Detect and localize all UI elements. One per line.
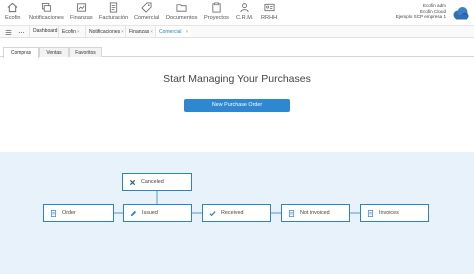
cross-icon: [128, 178, 136, 186]
tab-bar: Dashboard Ecofin× Notificaciones× Finanz…: [0, 26, 474, 38]
menu-icon[interactable]: [3, 27, 13, 37]
tab-dashboard[interactable]: Dashboard: [29, 26, 60, 37]
user-menu[interactable]: Ecofin adm Ecofin Cloud Ejemplo SCP empr…: [396, 3, 446, 20]
flow-node-canceled[interactable]: Canceled: [122, 173, 192, 191]
pencil-icon: [129, 209, 137, 217]
nav-label: Proyectos: [204, 15, 229, 21]
tab-label: Finanzas: [129, 29, 150, 35]
home-icon: [7, 2, 18, 13]
contacts-icon: [240, 3, 249, 13]
page-title: Start Managing Your Purchases: [163, 73, 311, 85]
new-purchase-order-button[interactable]: New Purchase Order: [184, 99, 290, 112]
flow-node-received[interactable]: Received: [202, 204, 271, 222]
user-entity: Ejemplo SCP empresa 1: [395, 14, 446, 20]
nav-item-comercial[interactable]: Comercial: [134, 2, 159, 24]
nav-item-documentos[interactable]: Documentos: [166, 2, 197, 24]
flow-node-not-invoiced[interactable]: Not invoiced: [281, 204, 350, 222]
flow-node-label: Not invoiced: [300, 210, 330, 216]
tab-label: Dashboard: [33, 28, 58, 34]
bell-icon: [41, 2, 51, 12]
close-icon[interactable]: ×: [186, 29, 189, 34]
top-navigation: Ecofin Notificaciones Finanzas Facturaci…: [0, 0, 474, 26]
nav-item-facturacion[interactable]: Facturación: [99, 2, 128, 24]
flow-node-label: Order: [62, 210, 76, 216]
flow-node-label: Canceled: [141, 179, 164, 185]
close-icon[interactable]: ×: [121, 29, 124, 34]
nav-item-proyectos[interactable]: Proyectos: [204, 2, 229, 24]
flow-node-order[interactable]: Order: [43, 204, 114, 222]
folder-icon: [176, 4, 187, 12]
nav-item-crm[interactable]: C.R.M.: [236, 2, 253, 24]
nav-label: Notificaciones: [29, 15, 64, 21]
tab-ecofin[interactable]: Ecofin×: [58, 26, 83, 37]
subtab-label: Ventas: [46, 50, 62, 56]
flow-node-invoices[interactable]: Invoices: [360, 204, 429, 222]
tab-notificaciones[interactable]: Notificaciones×: [85, 26, 127, 37]
nav-label: RRHH: [261, 15, 278, 21]
nav-label: Comercial: [134, 15, 160, 21]
nav-item-rrhh[interactable]: RRHH: [261, 2, 277, 24]
flow-node-label: Issued: [142, 210, 158, 216]
document-icon: [49, 209, 57, 217]
subtab-label: Compras: [10, 50, 32, 56]
nav-label: Finanzas: [70, 15, 93, 21]
subtab-label: Favoritos: [75, 50, 96, 56]
tab-comercial[interactable]: Comercial ×: [155, 26, 192, 37]
nav-item-ecofin[interactable]: Ecofin: [5, 2, 21, 24]
tag-icon: [141, 2, 152, 13]
tab-label: Comercial: [159, 29, 182, 35]
flow-node-label: Invoices: [379, 210, 399, 216]
subtab-compras[interactable]: Compras: [3, 47, 39, 58]
check-icon: [208, 209, 216, 217]
nav-label: C.R.M.: [236, 15, 254, 21]
document-icon: [287, 209, 295, 217]
nav-label: Documentos: [166, 15, 198, 21]
id-card-icon: [264, 3, 275, 12]
purchase-flow-diagram: Canceled Order Issued Received Not invoi…: [0, 152, 474, 274]
close-icon[interactable]: ×: [77, 29, 80, 34]
nav-item-finanzas[interactable]: Finanzas: [70, 2, 93, 24]
nav-item-notificaciones[interactable]: Notificaciones: [29, 2, 64, 24]
invoice-icon: [109, 2, 118, 13]
tab-label: Ecofin: [62, 29, 76, 35]
flow-node-label: Received: [221, 210, 244, 216]
cloud-logo-icon: [453, 7, 469, 20]
clipboard-icon: [212, 2, 221, 13]
finance-icon: [76, 3, 86, 12]
more-icon[interactable]: [16, 27, 26, 37]
subtab-favoritos[interactable]: Favoritos: [69, 47, 102, 57]
close-icon[interactable]: ×: [150, 29, 153, 34]
sub-tabs: Compras Ventas Favoritos: [0, 47, 474, 58]
subtab-ventas[interactable]: Ventas: [39, 47, 69, 57]
nav-label: Ecofin: [5, 15, 21, 21]
flow-node-issued[interactable]: Issued: [123, 204, 192, 222]
tab-finanzas[interactable]: Finanzas×: [125, 26, 156, 37]
nav-label: Facturación: [99, 15, 129, 21]
document-icon: [366, 209, 374, 217]
tab-label: Notificaciones: [89, 29, 121, 35]
